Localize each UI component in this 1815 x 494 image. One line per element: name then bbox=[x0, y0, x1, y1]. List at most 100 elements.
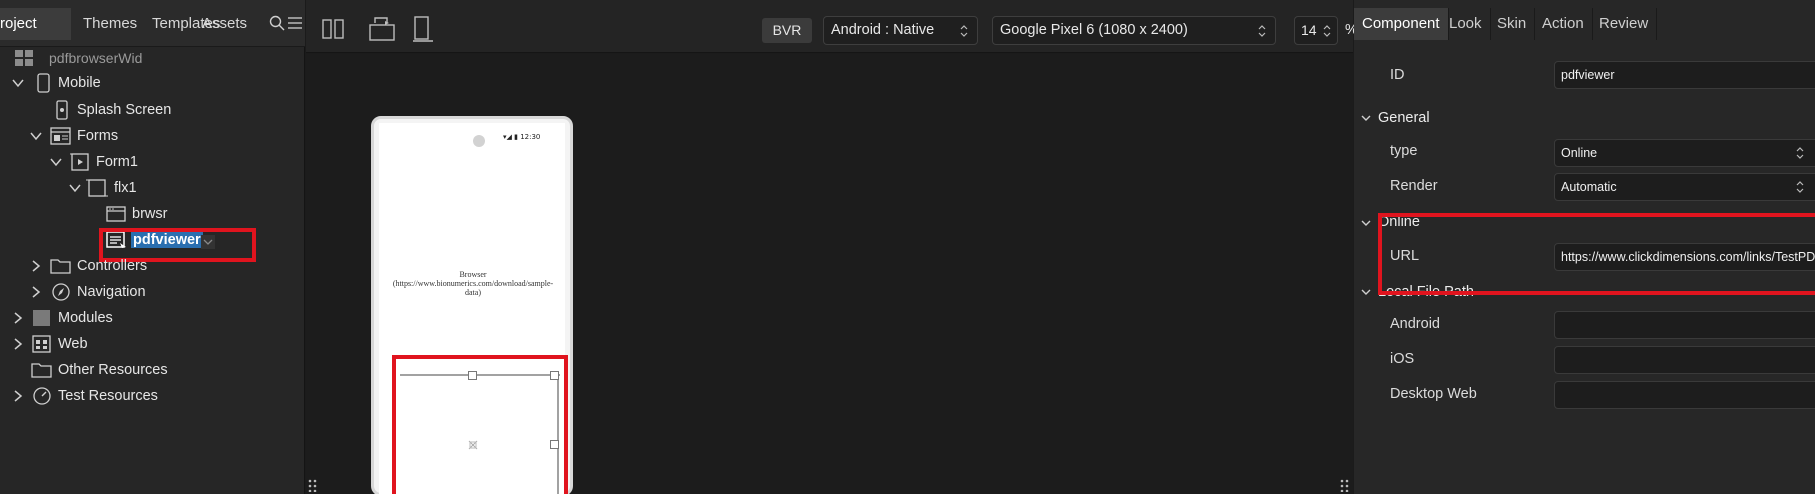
tree-node-flx1[interactable]: flx1 bbox=[0, 178, 300, 202]
resize-handle[interactable] bbox=[550, 440, 559, 449]
tree-label-flx1: flx1 bbox=[114, 180, 137, 196]
tree-node-test-resources[interactable]: Test Resources bbox=[0, 386, 300, 410]
tree-label-test-resources: Test Resources bbox=[58, 388, 158, 404]
android-label: Android bbox=[1390, 316, 1440, 332]
pdfviewer-widget-selection[interactable] bbox=[392, 355, 568, 494]
tab-assets[interactable]: Assets bbox=[202, 15, 247, 32]
ios-path-field[interactable] bbox=[1554, 346, 1815, 374]
tree-label-mobile: Mobile bbox=[58, 75, 101, 91]
ios-label: iOS bbox=[1390, 351, 1415, 367]
tree-label-modules: Modules bbox=[58, 310, 113, 326]
flex-container-icon bbox=[86, 179, 108, 197]
updown-arrow-icon[interactable] bbox=[1322, 24, 1332, 38]
properties-tab-bar: Component Look Skin Action Review bbox=[1354, 8, 1815, 40]
updown-arrow-icon bbox=[1796, 147, 1804, 159]
search-icon[interactable] bbox=[269, 15, 285, 31]
tree-node-splash-screen[interactable]: Splash Screen bbox=[0, 100, 300, 124]
tree-node-forms[interactable]: Forms bbox=[0, 126, 300, 150]
forms-icon bbox=[50, 127, 71, 145]
tree-label-splash-screen: Splash Screen bbox=[77, 102, 172, 118]
mobile-device-icon bbox=[37, 73, 50, 93]
tree-label-other-resources: Other Resources bbox=[58, 362, 168, 378]
tree-label-brwsr: brwsr bbox=[132, 206, 168, 222]
project-explorer-panel: roject Themes Templates Assets pdfbrowse… bbox=[0, 0, 305, 494]
section-general-title[interactable]: General bbox=[1378, 110, 1430, 126]
move-handle-icon[interactable] bbox=[468, 440, 478, 450]
chevron-down-icon[interactable] bbox=[1360, 112, 1372, 124]
compass-icon bbox=[52, 283, 70, 301]
project-name: pdfbrowserWid bbox=[49, 50, 143, 66]
tree-node-web[interactable]: Web bbox=[0, 334, 300, 358]
tab-project[interactable]: roject bbox=[0, 15, 37, 32]
render-select[interactable]: Automatic bbox=[1554, 173, 1815, 201]
tab-action[interactable]: Action bbox=[1534, 8, 1593, 40]
status-time: 12:30 bbox=[520, 133, 541, 141]
browser-widget-icon bbox=[106, 206, 126, 222]
chevron-down-icon[interactable] bbox=[1360, 286, 1372, 298]
zoom-stepper[interactable]: 14 bbox=[1294, 16, 1338, 45]
type-select-value: Online bbox=[1561, 146, 1598, 160]
tree-node-mobile[interactable]: Mobile bbox=[0, 73, 300, 97]
highlight-box-online bbox=[1378, 213, 1815, 295]
pdfviewer-frame-lines bbox=[400, 374, 560, 494]
android-path-field[interactable] bbox=[1554, 311, 1815, 339]
tree-label-form1: Form1 bbox=[96, 154, 138, 170]
tree-label-web: Web bbox=[58, 336, 88, 352]
updown-arrow-icon bbox=[1796, 181, 1804, 193]
filter-menu-icon[interactable] bbox=[287, 15, 303, 31]
render-select-value: Automatic bbox=[1561, 180, 1617, 194]
updown-arrow-icon bbox=[1258, 25, 1266, 37]
desktop-web-path-field[interactable] bbox=[1554, 381, 1815, 409]
platform-dropdown[interactable]: Android : Native bbox=[823, 16, 978, 45]
id-label: ID bbox=[1390, 67, 1405, 83]
split-view-icon[interactable] bbox=[322, 18, 346, 40]
device-dropdown[interactable]: Google Pixel 6 (1080 x 2400) bbox=[992, 16, 1276, 45]
resize-grip-icon[interactable] bbox=[308, 478, 318, 492]
splash-screen-icon bbox=[56, 100, 68, 120]
chevron-down-icon[interactable] bbox=[49, 155, 63, 169]
bvr-button[interactable]: BVR bbox=[762, 18, 812, 43]
tree-node-modules[interactable]: Modules bbox=[0, 308, 300, 332]
updown-arrow-icon bbox=[960, 25, 968, 37]
chevron-right-icon[interactable] bbox=[29, 285, 43, 299]
tab-look[interactable]: Look bbox=[1441, 8, 1491, 40]
device-value: Google Pixel 6 (1080 x 2400) bbox=[1000, 22, 1188, 38]
tree-node-other-resources[interactable]: Other Resources bbox=[0, 360, 300, 384]
zoom-value: 14 bbox=[1301, 22, 1317, 38]
chevron-down-icon[interactable] bbox=[68, 181, 82, 195]
modules-icon bbox=[33, 310, 50, 326]
chevron-down-icon[interactable] bbox=[11, 76, 25, 90]
chevron-right-icon[interactable] bbox=[11, 311, 25, 325]
device-frame-icon[interactable] bbox=[411, 16, 435, 42]
tree-node-navigation[interactable]: Navigation bbox=[0, 282, 300, 306]
gauge-icon bbox=[33, 387, 51, 405]
id-field[interactable]: pdfviewer bbox=[1554, 61, 1815, 89]
tab-skin[interactable]: Skin bbox=[1489, 8, 1536, 40]
chevron-down-icon[interactable] bbox=[29, 129, 43, 143]
type-label: type bbox=[1390, 143, 1418, 159]
project-grid-icon bbox=[15, 50, 33, 66]
tree-node-form1[interactable]: Form1 bbox=[0, 152, 300, 176]
status-bar: ▾◢ ▮ 12:30 bbox=[503, 133, 541, 141]
chevron-right-icon[interactable] bbox=[11, 337, 25, 351]
platform-value: Android : Native bbox=[831, 22, 935, 38]
type-select[interactable]: Online bbox=[1554, 139, 1815, 167]
resize-grip-icon[interactable] bbox=[1340, 478, 1350, 492]
folder-icon bbox=[31, 363, 52, 378]
desktop-web-label: Desktop Web bbox=[1390, 386, 1477, 402]
tab-review[interactable]: Review bbox=[1591, 8, 1658, 40]
chevron-right-icon[interactable] bbox=[29, 259, 43, 273]
chevron-right-icon[interactable] bbox=[11, 389, 25, 403]
tree-node-brwsr[interactable]: brwsr bbox=[0, 204, 300, 228]
resize-handle[interactable] bbox=[550, 371, 559, 380]
left-tab-bar: roject Themes Templates Assets bbox=[0, 0, 305, 47]
browser-widget-placeholder[interactable]: Browser (https://www.bionumerics.com/dow… bbox=[389, 270, 557, 297]
properties-panel: Component Look Skin Action Review ID pdf… bbox=[1354, 0, 1815, 494]
rotate-device-icon[interactable] bbox=[369, 16, 395, 42]
tab-component[interactable]: Component bbox=[1354, 8, 1449, 40]
folder-icon bbox=[50, 259, 71, 274]
resize-handle[interactable] bbox=[468, 371, 477, 380]
tree-node-controllers[interactable]: Controllers bbox=[0, 256, 300, 280]
tab-themes[interactable]: Themes bbox=[83, 15, 137, 32]
chevron-down-icon[interactable] bbox=[1360, 217, 1372, 229]
